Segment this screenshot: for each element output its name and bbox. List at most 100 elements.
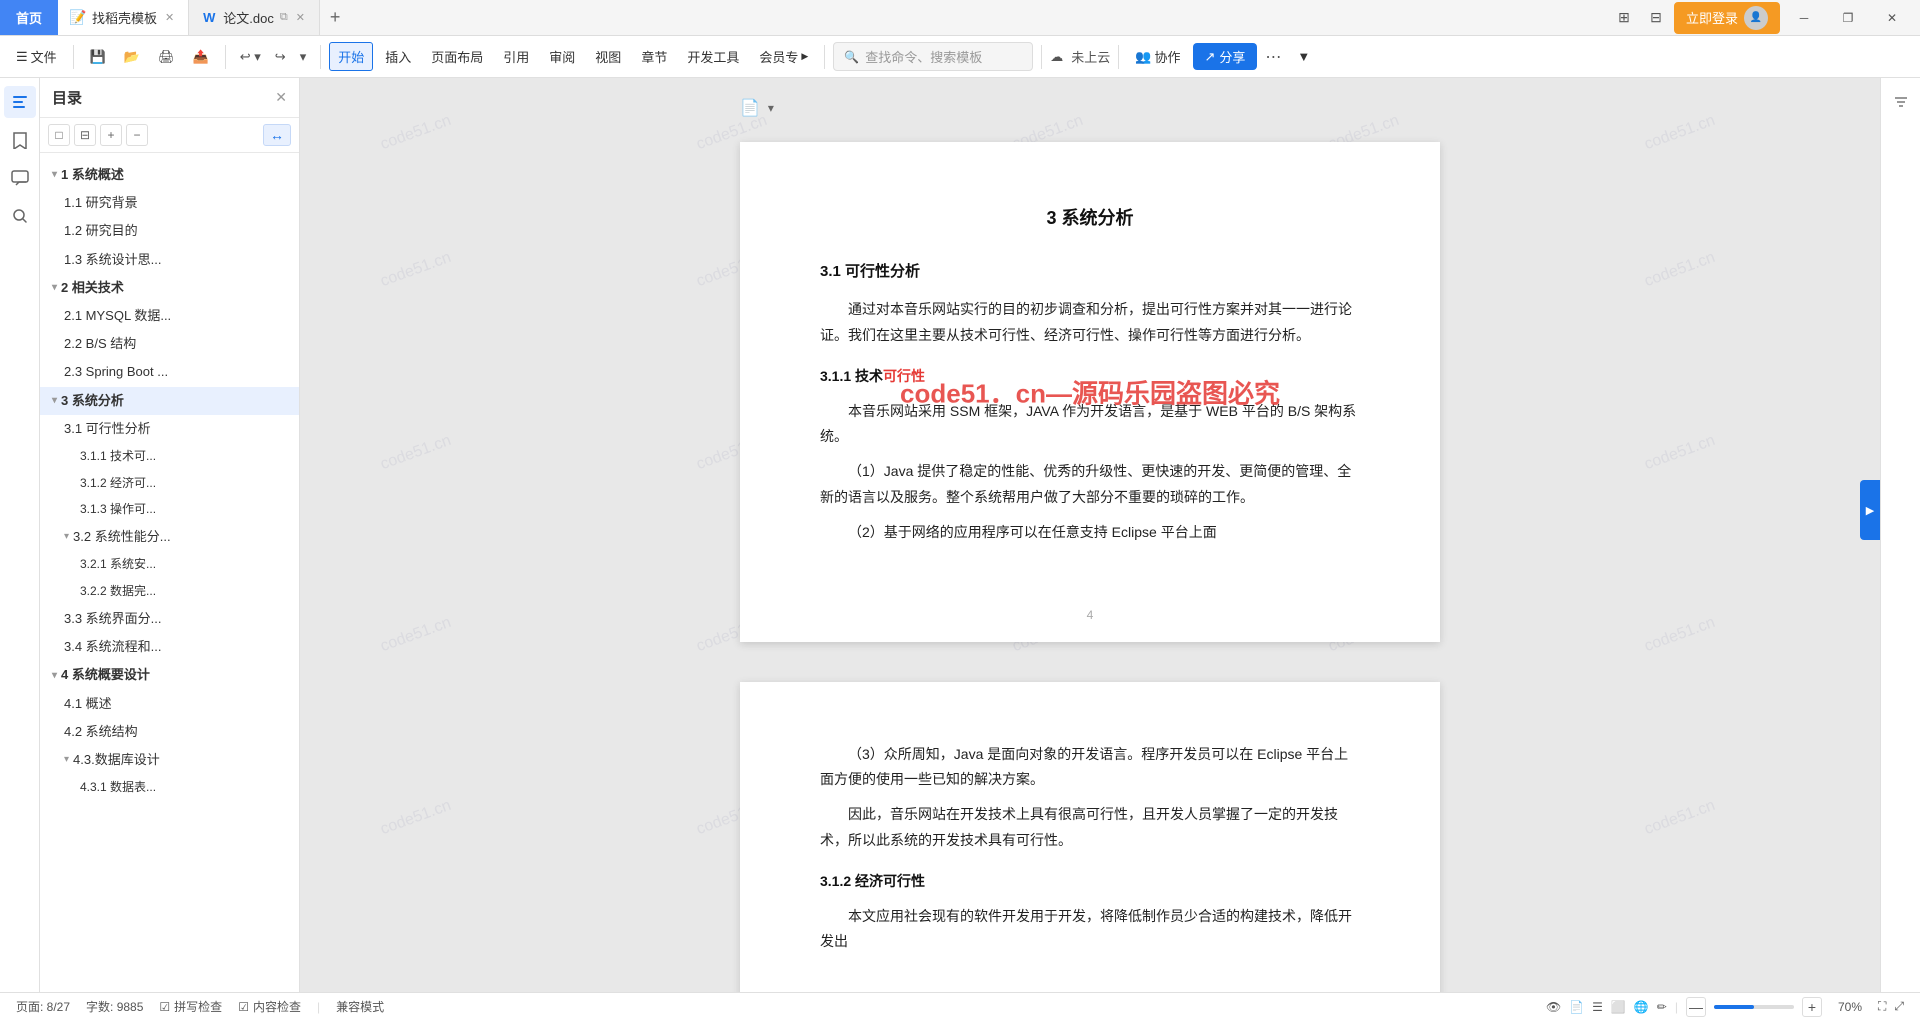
view-mode-2[interactable]: ☰ (1592, 1000, 1603, 1014)
open-button[interactable]: 📂 (116, 45, 148, 69)
toc-sidebar: 目录 ✕ □ ⊟ + − ↔ ▾ 1 系统概述 1.1 研究背景 1.2 研究目… (40, 78, 300, 992)
right-filter-button[interactable] (1885, 86, 1917, 118)
zoom-plus-button[interactable]: + (1802, 997, 1822, 1017)
restore-button[interactable]: ❐ (1828, 0, 1868, 36)
print-button[interactable]: 🖨 (150, 45, 183, 69)
toolbar-search-box[interactable]: 🔍 查找命令、搜索模板 (833, 42, 1033, 71)
toc-item-3-1-2[interactable]: 3.1.2 经济可... (40, 470, 299, 497)
toc-item-3[interactable]: ▾ 3 系统分析 (40, 387, 299, 415)
redo-dropdown[interactable]: ▾ (294, 45, 313, 69)
right-float-button[interactable]: ▶ (1860, 480, 1880, 540)
toc-label-2: 2 相关技术 (61, 279, 124, 297)
fullscreen-expand-button[interactable]: ⤢ (1894, 999, 1904, 1014)
toc-item-1-3[interactable]: 1.3 系统设计思... (40, 246, 299, 274)
content-check-item[interactable]: ☑ 内容检查 (238, 998, 301, 1015)
toc-item-4-3[interactable]: ▾ 4.3.数据库设计 (40, 746, 299, 774)
insert-tab[interactable]: 插入 (377, 43, 419, 70)
view-tab[interactable]: 视图 (587, 43, 629, 70)
login-button[interactable]: 立即登录 👤 (1674, 2, 1780, 34)
home-tab[interactable]: 首页 (0, 0, 58, 35)
toc-item-2-2[interactable]: 2.2 B/S 结构 (40, 330, 299, 358)
toc-item-2[interactable]: ▾ 2 相关技术 (40, 274, 299, 302)
review-tab[interactable]: 审阅 (541, 43, 583, 70)
layout-tab[interactable]: 页面布局 (423, 43, 491, 70)
export-button[interactable]: 📤 (185, 45, 217, 69)
toc-item-3-3[interactable]: 3.3 系统界面分... (40, 605, 299, 633)
view-mode-4[interactable]: 🌐 (1634, 1000, 1649, 1014)
zoom-slider[interactable] (1714, 1005, 1794, 1009)
toc-label-1-1: 1.1 研究背景 (64, 194, 138, 212)
toc-item-3-1[interactable]: 3.1 可行性分析 (40, 415, 299, 443)
doc-header-dropdown[interactable]: ▾ (768, 101, 774, 115)
toc-collapse-all-button[interactable]: ⊟ (74, 124, 96, 146)
bookmark-icon-button[interactable] (4, 124, 36, 156)
fullscreen-button[interactable]: ⛶ (1878, 999, 1886, 1014)
tab-doc[interactable]: W 论文.doc ⧉ ✕ (189, 0, 320, 35)
tab-doc-close[interactable]: ✕ (294, 9, 307, 26)
toc-add-button[interactable]: + (100, 124, 122, 146)
page-info-item[interactable]: 页面: 8/27 (16, 998, 70, 1015)
word-count-item[interactable]: 字数: 9885 (86, 998, 143, 1015)
compat-mode-label: 兼容模式 (336, 998, 384, 1015)
page-2-para1: （3）众所周知，Java 是面向对象的开发语言。程序开发员可以在 Eclipse… (820, 742, 1360, 792)
collapse-button[interactable]: ▼ (1289, 45, 1318, 68)
view-mode-3[interactable]: ⬜ (1611, 1000, 1626, 1014)
devtools-tab[interactable]: 开发工具 (679, 43, 747, 70)
toc-item-3-1-1[interactable]: 3.1.1 技术可... (40, 443, 299, 470)
page-1-content[interactable]: 3 系统分析 3.1 可行性分析 通过对本音乐网站实行的目的初步调查和分析，提出… (820, 202, 1360, 545)
minimize-button[interactable]: ─ (1784, 0, 1824, 36)
toc-item-3-2-1[interactable]: 3.2.1 系统安... (40, 551, 299, 578)
chapter-tab[interactable]: 章节 (633, 43, 675, 70)
page-2-content[interactable]: （3）众所周知，Java 是面向对象的开发语言。程序开发员可以在 Eclipse… (820, 742, 1360, 954)
comments-icon-button[interactable] (4, 162, 36, 194)
toc-icon-button[interactable] (4, 86, 36, 118)
close-button[interactable]: ✕ (1872, 0, 1912, 36)
toc-remove-button[interactable]: − (126, 124, 148, 146)
toc-sync-button[interactable]: ↔ (263, 124, 291, 146)
watermark-16: code51.cn (378, 614, 454, 656)
toc-item-2-1[interactable]: 2.1 MYSQL 数据... (40, 302, 299, 330)
toc-item-4-2[interactable]: 4.2 系统结构 (40, 718, 299, 746)
zoom-minus-button[interactable]: — (1686, 997, 1706, 1017)
tab-doc-restore[interactable]: ⧉ (280, 11, 288, 24)
add-tab-button[interactable]: + (320, 7, 351, 28)
search-panel-button[interactable] (4, 200, 36, 232)
save-button[interactable]: 💾 (82, 45, 114, 69)
share-button[interactable]: ↗ 分享 (1193, 43, 1258, 70)
toc-item-4-1[interactable]: 4.1 概述 (40, 690, 299, 718)
view-mode-5[interactable]: ✏ (1657, 1000, 1667, 1014)
redo-button[interactable]: ↪ (269, 45, 292, 69)
toc-item-3-4[interactable]: 3.4 系统流程和... (40, 633, 299, 661)
toc-item-1-2[interactable]: 1.2 研究目的 (40, 217, 299, 245)
spell-check-item[interactable]: ☑ 拼写检查 (159, 998, 222, 1015)
doc-icon: W (201, 10, 217, 26)
start-tab[interactable]: 开始 (329, 42, 373, 71)
toc-item-3-2-2[interactable]: 3.2.2 数据完... (40, 578, 299, 605)
eye-view-button[interactable]: 👁 (1546, 1000, 1561, 1014)
member-tab[interactable]: 会员专 ▶ (751, 43, 816, 70)
toc-item-1[interactable]: ▾ 1 系统概述 (40, 161, 299, 189)
toc-item-4-3-1[interactable]: 4.3.1 数据表... (40, 774, 299, 801)
more-button[interactable]: ⋯ (1261, 43, 1285, 71)
doc-area[interactable]: code51.cn code51.cn code51.cn code51.cn … (300, 78, 1880, 992)
tab-daoke[interactable]: 📝 找稻壳模板 ✕ (58, 0, 189, 35)
toc-close-button[interactable]: ✕ (275, 89, 287, 106)
view-mode-1[interactable]: 📄 (1569, 1000, 1584, 1014)
zoom-level-label[interactable]: 70% (1830, 1000, 1870, 1014)
compat-mode-item[interactable]: 兼容模式 (336, 998, 384, 1015)
toc-item-4[interactable]: ▾ 4 系统概要设计 (40, 661, 299, 689)
tab-daoke-close[interactable]: ✕ (163, 9, 176, 26)
collab-button[interactable]: 👥 协作 (1127, 43, 1188, 70)
undo-button[interactable]: ↩ ▾ (234, 45, 267, 69)
reference-tab[interactable]: 引用 (495, 43, 537, 70)
toc-item-2-3[interactable]: 2.3 Spring Boot ... (40, 358, 299, 386)
toc-item-3-2[interactable]: ▾ 3.2 系统性能分... (40, 523, 299, 551)
toolbar-sep-6 (1118, 45, 1119, 69)
toc-item-3-1-3[interactable]: 3.1.3 操作可... (40, 496, 299, 523)
layout-toggle-button[interactable]: ⊞ (1610, 4, 1638, 32)
toc-item-1-1[interactable]: 1.1 研究背景 (40, 189, 299, 217)
toc-arrow-3-2: ▾ (64, 530, 69, 544)
grid-view-button[interactable]: ⊟ (1642, 4, 1670, 32)
toc-expand-all-button[interactable]: □ (48, 124, 70, 146)
file-menu-button[interactable]: ☰ 文件 (8, 43, 65, 70)
